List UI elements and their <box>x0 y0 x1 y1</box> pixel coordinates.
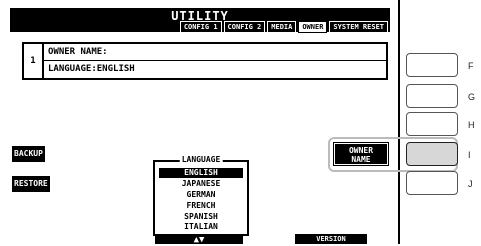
hardware-button-i[interactable] <box>406 142 458 166</box>
language-option-german[interactable]: GERMAN <box>159 190 243 200</box>
backup-button[interactable]: BACKUP <box>12 146 45 162</box>
tab-owner[interactable]: OWNER <box>298 21 328 33</box>
tab-system-reset[interactable]: SYSTEM RESET <box>329 21 388 33</box>
language-option-italian[interactable]: ITALIAN <box>159 222 243 232</box>
list-number: 1 <box>24 44 44 78</box>
hardware-label-j: J <box>468 179 473 189</box>
owner-settings-list: 1 OWNER NAME: LANGUAGE:ENGLISH <box>22 42 388 80</box>
tab-bar: CONFIG 1 CONFIG 2 MEDIA OWNER SYSTEM RES… <box>179 21 388 33</box>
hardware-button-j[interactable] <box>406 171 458 195</box>
language-option-japanese[interactable]: JAPANESE <box>159 179 243 189</box>
owner-name-row[interactable]: OWNER NAME: <box>44 44 386 61</box>
hardware-button-h[interactable] <box>406 112 458 136</box>
tab-media[interactable]: MEDIA <box>267 21 297 33</box>
hardware-button-f[interactable] <box>406 53 458 77</box>
language-option-english[interactable]: ENGLISH <box>159 168 243 178</box>
hardware-button-g[interactable] <box>406 84 458 108</box>
language-option-spanish[interactable]: SPANISH <box>159 212 243 222</box>
hardware-label-h: H <box>468 120 475 130</box>
tab-config-2[interactable]: CONFIG 2 <box>223 21 266 33</box>
hardware-label-i: I <box>468 150 471 160</box>
language-selector[interactable]: LANGUAGE ENGLISH JAPANESE GERMAN FRENCH … <box>153 155 249 236</box>
hardware-label-f: F <box>468 61 474 71</box>
language-option-french[interactable]: FRENCH <box>159 201 243 211</box>
restore-button[interactable]: RESTORE <box>12 176 50 192</box>
language-legend: LANGUAGE <box>179 155 223 164</box>
tab-config-1[interactable]: CONFIG 1 <box>179 21 222 33</box>
up-down-arrow-button[interactable]: ▲▼ <box>155 234 243 245</box>
title-bar: UTILITY CONFIG 1 CONFIG 2 MEDIA OWNER SY… <box>10 8 390 33</box>
language-row[interactable]: LANGUAGE:ENGLISH <box>44 61 386 77</box>
hardware-label-g: G <box>468 92 476 102</box>
lcd-screen: UTILITY CONFIG 1 CONFIG 2 MEDIA OWNER SY… <box>0 0 400 245</box>
version-button[interactable]: VERSION <box>295 234 367 244</box>
